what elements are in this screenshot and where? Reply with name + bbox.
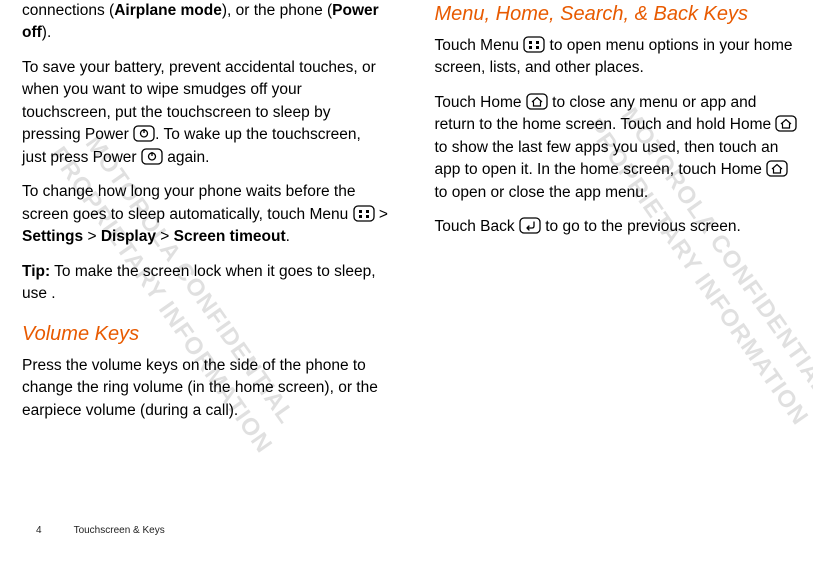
paragraph-battery: To save your battery, prevent accidental… bbox=[22, 57, 389, 169]
power-icon bbox=[133, 125, 155, 142]
page-number: 4 bbox=[36, 524, 42, 539]
page-footer: 4 Touchscreen & Keys bbox=[36, 524, 165, 539]
footer-section: Touchscreen & Keys bbox=[74, 525, 165, 536]
heading-keys: Menu, Home, Search, & Back Keys bbox=[435, 0, 802, 29]
left-column: connections (Airplane mode), or the phon… bbox=[22, 0, 389, 434]
paragraph-back-key: Touch Back to go to the previous screen. bbox=[435, 216, 802, 238]
right-column: Menu, Home, Search, & Back Keys Touch Me… bbox=[435, 0, 802, 434]
back-icon bbox=[519, 217, 541, 234]
home-icon bbox=[526, 93, 548, 110]
paragraph-tip: Tip: To make the screen lock when it goe… bbox=[22, 261, 389, 306]
menu-icon bbox=[523, 36, 545, 53]
paragraph-menu-key: Touch Menu to open menu options in your … bbox=[435, 35, 802, 80]
page-content: connections (Airplane mode), or the phon… bbox=[0, 0, 813, 434]
menu-icon bbox=[353, 205, 375, 222]
home-icon bbox=[766, 160, 788, 177]
paragraph-home-key: Touch Home to close any menu or app and … bbox=[435, 92, 802, 204]
power-icon bbox=[141, 148, 163, 165]
heading-volume-keys: Volume Keys bbox=[22, 320, 389, 349]
paragraph-screen-timeout: To change how long your phone waits befo… bbox=[22, 181, 389, 248]
paragraph-volume: Press the volume keys on the side of the… bbox=[22, 355, 389, 422]
paragraph-connections: connections (Airplane mode), or the phon… bbox=[22, 0, 389, 45]
home-icon bbox=[775, 115, 797, 132]
